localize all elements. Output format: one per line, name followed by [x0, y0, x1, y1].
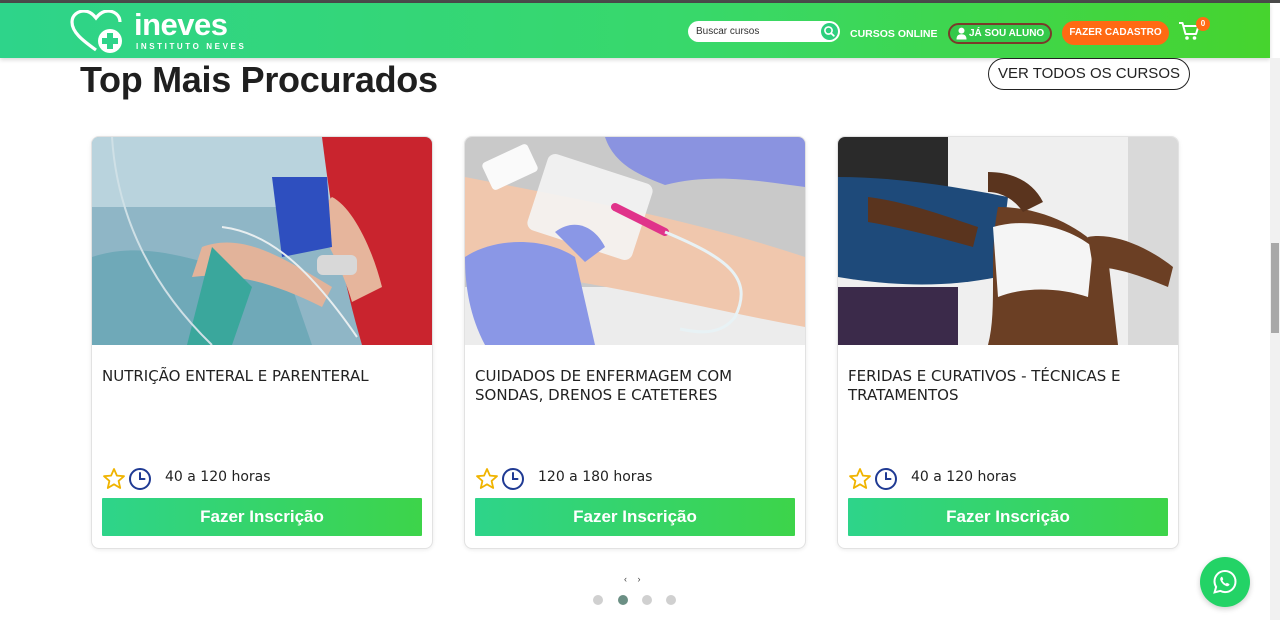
course-title[interactable]: FERIDAS E CURATIVOS - TÉCNICAS E TRATAME…	[848, 367, 1168, 405]
star-icon	[103, 468, 125, 489]
ja-sou-aluno-label: JÁ SOU ALUNO	[969, 28, 1045, 39]
course-image-bandage[interactable]	[838, 137, 1178, 345]
carousel-dots	[593, 595, 683, 607]
course-title[interactable]: CUIDADOS DE ENFERMAGEM COM SONDAS, DRENO…	[475, 367, 795, 405]
course-title[interactable]: NUTRIÇÃO ENTERAL E PARENTERAL	[102, 367, 422, 386]
carousel-dot[interactable]	[593, 595, 603, 605]
course-meta: 120 a 180 horas	[475, 467, 795, 491]
course-image-catheter[interactable]	[465, 137, 805, 345]
course-meta: 40 a 120 horas	[848, 467, 1168, 491]
course-hours: 120 a 180 horas	[538, 469, 653, 485]
course-card[interactable]: NUTRIÇÃO ENTERAL E PARENTERAL 40 a 120 h…	[91, 136, 433, 549]
heart-cross-logo-icon	[70, 10, 122, 53]
site-logo[interactable]: ineves INSTITUTO NEVES	[70, 7, 250, 55]
fazer-inscricao-button[interactable]: Fazer Inscrição	[848, 498, 1168, 536]
course-card[interactable]: CUIDADOS DE ENFERMAGEM COM SONDAS, DRENO…	[464, 136, 806, 549]
brand-tagline: INSTITUTO NEVES	[136, 42, 247, 51]
carousel-prev-arrow[interactable]: ‹	[624, 574, 627, 584]
carousel-dot[interactable]	[666, 595, 676, 605]
carousel-next-arrow[interactable]: ›	[638, 574, 641, 584]
carousel-dot-active[interactable]	[618, 595, 628, 605]
search-icon	[824, 26, 835, 37]
scrollbar-thumb[interactable]	[1271, 243, 1279, 333]
carousel-arrows: ‹ ›	[624, 574, 641, 584]
nav-cursos-online[interactable]: CURSOS ONLINE	[850, 28, 938, 40]
page-scrollbar[interactable]	[1270, 58, 1280, 620]
search-box	[688, 21, 840, 42]
site-header: ineves INSTITUTO NEVES CURSOS ONLINE JÁ …	[0, 3, 1270, 58]
cart-button[interactable]: 0	[1178, 17, 1210, 43]
course-hours: 40 a 120 horas	[911, 469, 1017, 485]
whatsapp-icon	[1213, 569, 1237, 594]
fazer-inscricao-button[interactable]: Fazer Inscrição	[475, 498, 795, 536]
cart-count-badge: 0	[1196, 17, 1210, 31]
star-icon	[849, 468, 871, 489]
fazer-cadastro-button[interactable]: FAZER CADASTRO	[1062, 21, 1169, 45]
course-meta: 40 a 120 horas	[102, 467, 422, 491]
search-button[interactable]	[821, 23, 838, 40]
ver-todos-button[interactable]: VER TODOS OS CURSOS	[988, 58, 1190, 90]
carousel-dot[interactable]	[642, 595, 652, 605]
section-title: Top Mais Procurados	[80, 59, 438, 100]
clock-icon	[875, 468, 897, 490]
user-icon	[956, 27, 967, 40]
course-card[interactable]: FERIDAS E CURATIVOS - TÉCNICAS E TRATAME…	[837, 136, 1179, 549]
star-icon	[476, 468, 498, 489]
course-image-iv-drip[interactable]	[92, 137, 432, 345]
clock-icon	[502, 468, 524, 490]
fazer-inscricao-button[interactable]: Fazer Inscrição	[102, 498, 422, 536]
brand-name: ineves	[134, 7, 228, 42]
clock-icon	[129, 468, 151, 490]
search-input[interactable]	[696, 24, 814, 39]
ja-sou-aluno-button[interactable]: JÁ SOU ALUNO	[948, 23, 1052, 44]
whatsapp-button[interactable]	[1200, 557, 1250, 607]
course-hours: 40 a 120 horas	[165, 469, 271, 485]
